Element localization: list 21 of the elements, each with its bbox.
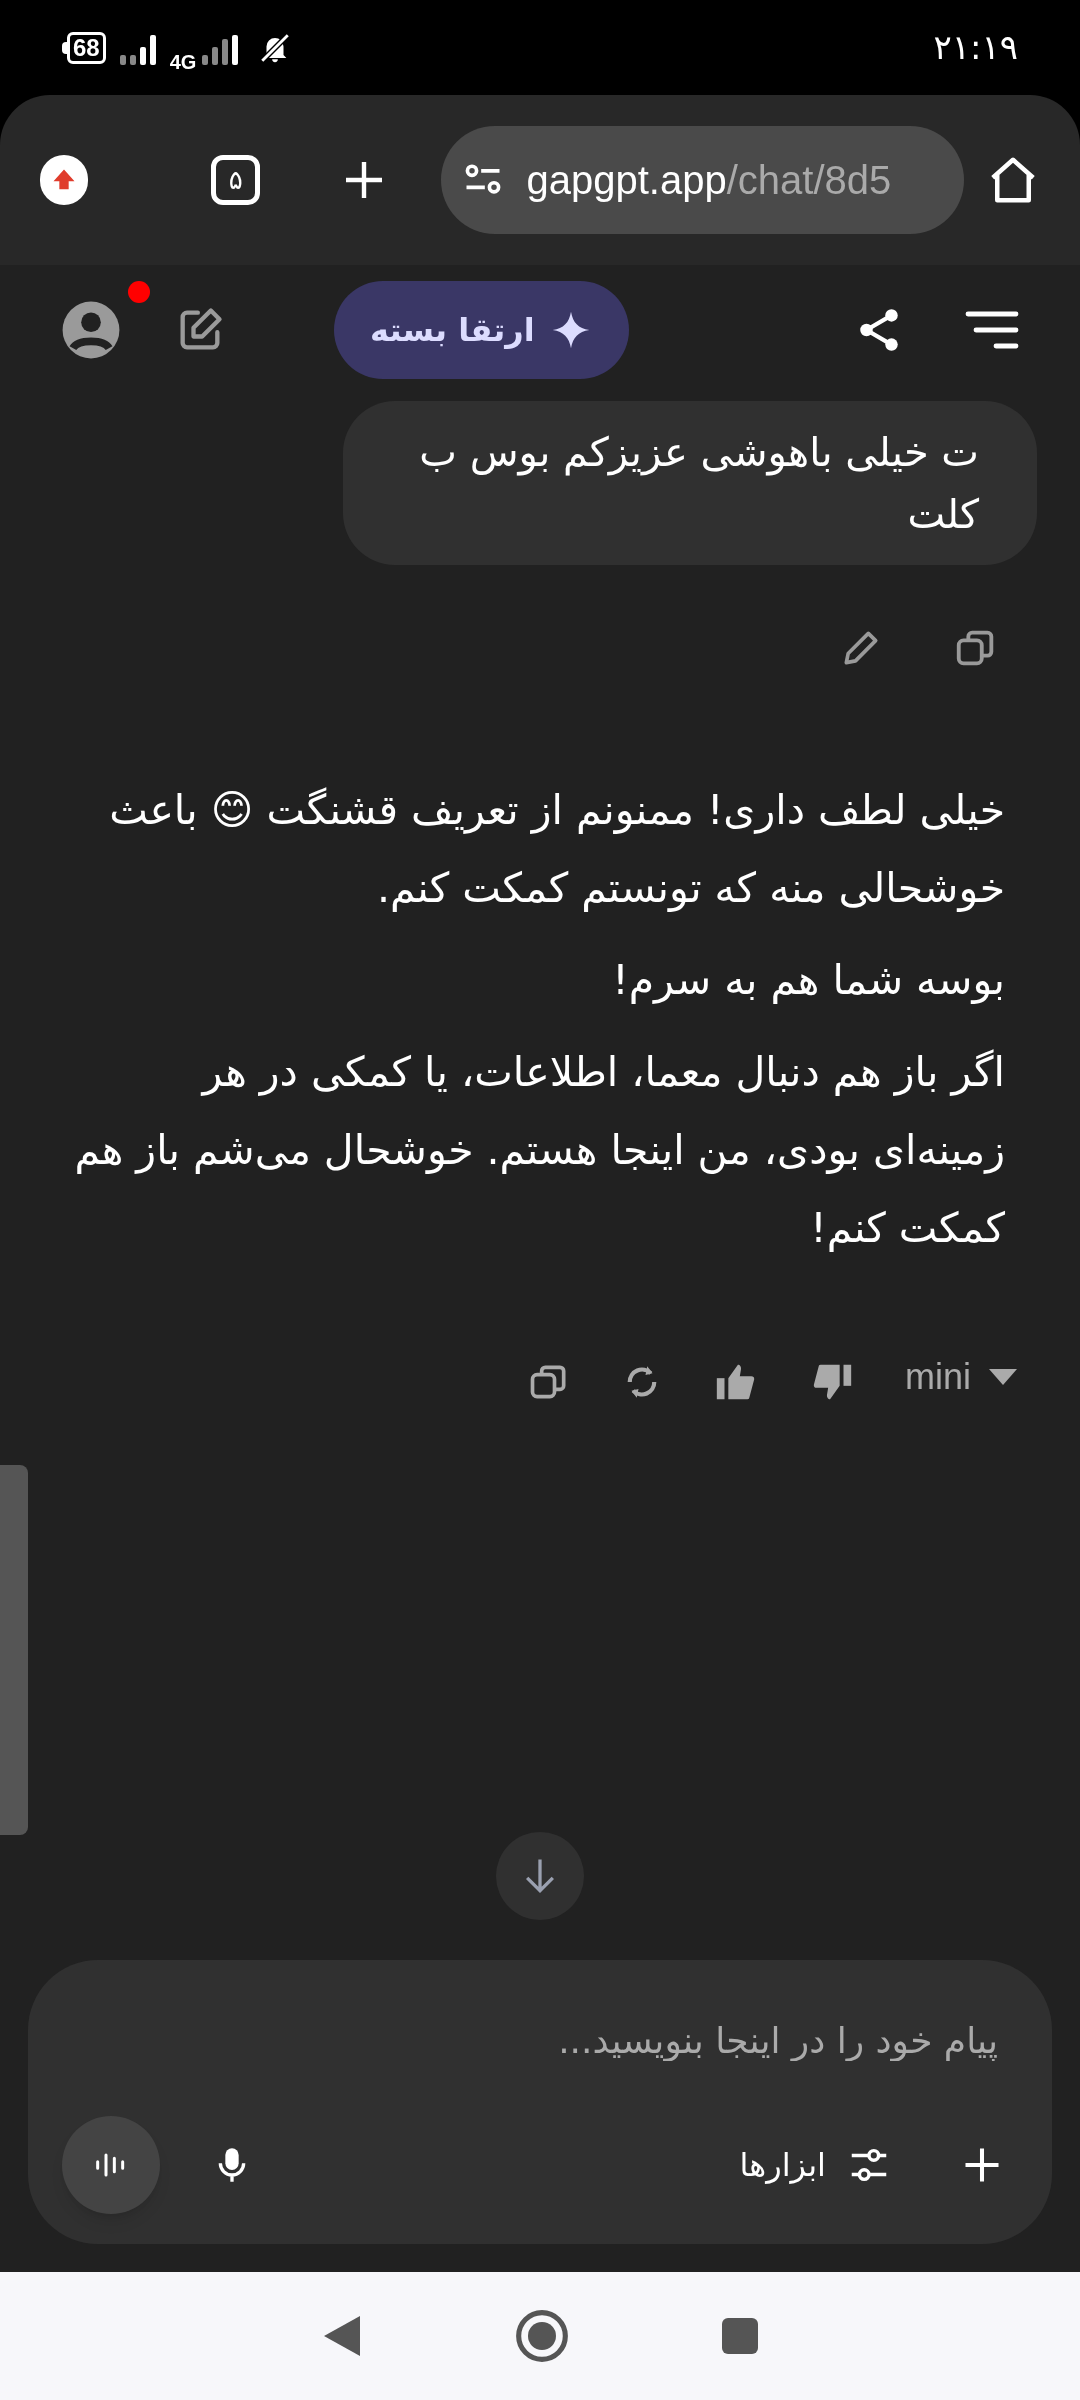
caret-icon <box>989 1369 1017 1385</box>
model-selector[interactable]: mini <box>905 1350 1017 1404</box>
home-circle-icon <box>514 2308 570 2364</box>
battery-indicator: 68 <box>62 31 106 64</box>
square-icon <box>720 2316 760 2356</box>
scrollbar-thumb[interactable] <box>0 1465 28 1835</box>
network-label: 4G <box>169 51 197 72</box>
tabs-button[interactable]: ۵ <box>211 155 261 205</box>
update-button[interactable] <box>40 155 89 205</box>
assistant-paragraph: اگر باز هم دنبال معما، اطلاعات، یا کمکی در هر زمینه‌ای بودی، من اینجا هستم. خوشحال می‌شم باز هم کمکت کنم! <box>73 1047 1005 1254</box>
upgrade-button[interactable]: ارتقا بسته <box>334 281 629 379</box>
account-icon[interactable] <box>60 299 122 361</box>
assistant-paragraph: بوسه شما هم به سرم! <box>611 955 1005 1006</box>
clock: ۲۱:۱۹ <box>933 26 1018 69</box>
url-bar[interactable]: gapgpt.app/chat/8d5 <box>440 126 964 234</box>
tools-button[interactable]: ابزارها <box>739 2141 892 2189</box>
assistant-paragraph: خیلی لطف داری! ممنونم از تعریف قشنگت 😊 باعث خوشحالی منه که تونستم کمکت کنم. <box>108 785 1005 914</box>
recents-button[interactable] <box>720 2316 760 2356</box>
user-message: ت خیلی باهوشی عزیزکم بوس ب کلت <box>343 401 1037 565</box>
home-nav-button[interactable] <box>514 2308 570 2364</box>
url-text: gapgpt.app/chat/8d5 <box>526 157 892 204</box>
